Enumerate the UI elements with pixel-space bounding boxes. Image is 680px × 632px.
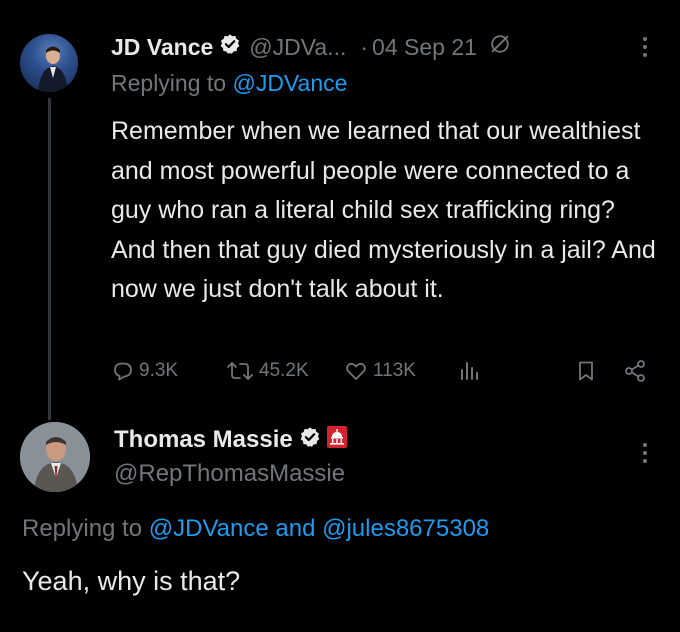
retweet-icon xyxy=(227,362,253,380)
tweet-text: Remember when we learned that our wealth… xyxy=(111,117,656,303)
tweet2-header: Thomas Massie xyxy=(114,424,347,456)
author-name[interactable]: JD Vance xyxy=(111,34,213,61)
retweet-button[interactable]: 45.2K xyxy=(225,356,309,386)
edited-icon[interactable] xyxy=(489,33,511,61)
bookmark-icon xyxy=(579,361,593,381)
replying-to: Replying to @JDVance and @jules8675308 xyxy=(22,515,489,543)
retweet-count: 45.2K xyxy=(259,360,309,381)
replying-to-and: and xyxy=(275,515,316,542)
replying-to: Replying to @JDVance xyxy=(111,70,347,97)
more-icon[interactable] xyxy=(638,34,652,64)
like-button[interactable]: 113K xyxy=(343,356,416,386)
reply-icon xyxy=(114,362,132,381)
thread-line xyxy=(48,98,51,420)
replying-to-handle-1[interactable]: @JDVance xyxy=(149,515,269,542)
share-icon xyxy=(625,360,645,382)
bookmark-button[interactable] xyxy=(574,356,602,386)
tweet-text: Yeah, why is that? xyxy=(22,566,241,596)
share-button[interactable] xyxy=(622,356,652,386)
avatar-portrait-icon xyxy=(20,422,90,492)
views-icon xyxy=(461,362,478,380)
avatar-portrait-icon xyxy=(38,46,68,92)
more-icon[interactable] xyxy=(638,440,652,470)
tweet-date[interactable]: 04 Sep 21 xyxy=(372,34,477,61)
verified-badge-icon[interactable] xyxy=(219,33,241,61)
verified-badge-icon[interactable] xyxy=(299,426,321,455)
author-handle[interactable]: @JDVa... xyxy=(249,34,346,61)
tweet1-header: JD Vance @JDVa... · 04 Sep 21 xyxy=(111,30,511,64)
like-icon xyxy=(346,362,366,380)
replying-to-label: Replying to xyxy=(22,515,143,542)
author-handle[interactable]: @RepThomasMassie xyxy=(114,460,345,488)
reply-count: 9.3K xyxy=(139,360,179,381)
replying-to-handle-2[interactable]: @jules8675308 xyxy=(322,515,489,542)
views-button[interactable] xyxy=(456,356,486,386)
author-name[interactable]: Thomas Massie xyxy=(114,426,293,454)
thomas-massie-avatar[interactable] xyxy=(20,422,90,492)
jd-vance-avatar[interactable] xyxy=(20,34,78,92)
capitol-badge-icon[interactable] xyxy=(326,425,347,455)
replying-to-label: Replying to xyxy=(111,70,227,96)
like-count: 113K xyxy=(373,360,416,381)
separator-dot: · xyxy=(360,33,369,60)
replying-to-handle[interactable]: @JDVance xyxy=(232,70,347,96)
reply-button[interactable]: 9.3K xyxy=(111,356,178,386)
